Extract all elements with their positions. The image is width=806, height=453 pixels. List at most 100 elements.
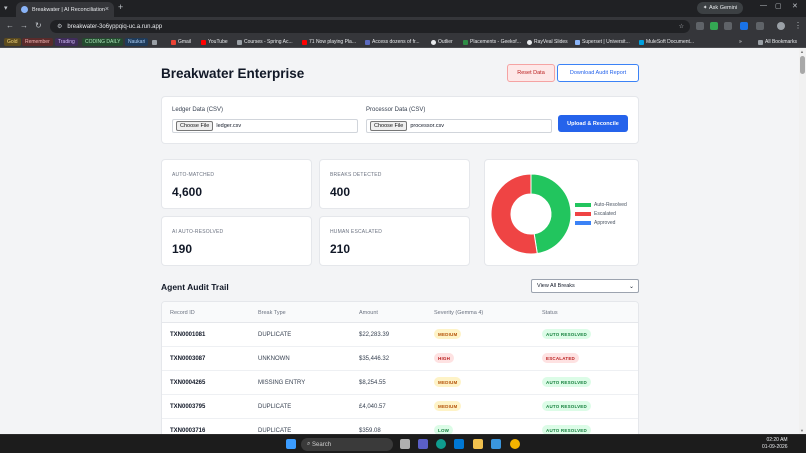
audit-table: Record ID Break Type Amount Severity (Ge… (161, 301, 639, 434)
legend-label: Auto-Resolved (594, 201, 627, 208)
upload-reconcile-button[interactable]: Upload & Reconcile (558, 115, 628, 132)
scroll-down-icon[interactable]: ▼ (800, 428, 804, 433)
record-id-cell: TXN0003087 (170, 356, 206, 362)
legend-label: Escalated (594, 210, 616, 217)
clock-date: 01-09-2026 (762, 444, 788, 450)
extension-icon[interactable] (696, 22, 704, 30)
windows-start-icon[interactable] (286, 439, 296, 449)
taskbar-search-label: Search (312, 441, 332, 448)
maximize-icon[interactable]: ▢ (775, 2, 782, 10)
taskbar-search[interactable]: ⌕ Search (301, 438, 393, 451)
chrome-menu-icon[interactable]: ⋮ (794, 21, 802, 30)
bookmark-item[interactable]: Placements - Geekof... (470, 39, 521, 45)
legend-item[interactable]: Approved (575, 218, 627, 227)
forward-icon[interactable]: → (20, 21, 28, 30)
bookmark-favicon-icon (237, 39, 242, 45)
extensions-puzzle-icon[interactable] (756, 22, 764, 30)
tab-title: Breakwater | AI Reconciliation (32, 6, 105, 13)
table-row[interactable]: TXN0003795 DUPLICATE £4,040.57 MEDIUM AUTO R… (162, 395, 638, 419)
processor-choose-file-button[interactable]: Choose File (370, 121, 408, 131)
all-bookmarks-link[interactable]: All Bookmarks (765, 39, 797, 45)
table-row[interactable]: TXN0001081 DUPLICATE $22,283.39 MEDIUM AUTO … (162, 323, 638, 347)
record-id-cell: TXN0004265 (170, 380, 206, 386)
table-header: Record ID Break Type Amount Severity (Ge… (162, 302, 638, 323)
table-row[interactable]: TXN0004265 MISSING ENTRY $8,254.55 MEDIUM AU… (162, 371, 638, 395)
bookmark-item[interactable]: Naukari (125, 38, 149, 46)
bookmark-item[interactable]: Courses - Spring Ac... (244, 39, 293, 45)
browser-toolbar: ← → ↻ ⚙ breakwater-3o6yppqiq-uc.a.run.ap… (0, 17, 806, 36)
column-header: Break Type (258, 310, 286, 316)
page-scrollbar[interactable]: ▲ ▼ (799, 48, 806, 434)
bookmark-favicon-icon (431, 39, 436, 45)
bookmark-item[interactable]: Remember (22, 38, 53, 46)
extension-icon[interactable] (710, 22, 718, 30)
minimize-icon[interactable]: — (760, 2, 767, 9)
severity-badge: MEDIUM (434, 377, 462, 387)
bookmark-item[interactable]: MuleSoft Document... (646, 39, 694, 45)
chrome-icon[interactable] (510, 439, 520, 449)
stat-card-breaks-detected: BREAKS DETECTED 400 (319, 159, 470, 209)
table-row[interactable]: TXN0003716 DUPLICATE $359.08 LOW AUTO RESOLV… (162, 419, 638, 434)
severity-badge: MEDIUM (434, 329, 462, 339)
profile-avatar-icon[interactable] (777, 22, 785, 30)
store-icon[interactable] (454, 439, 464, 449)
stat-card-auto-matched: AUTO-MATCHED 4,600 (161, 159, 312, 209)
scroll-up-icon[interactable]: ▲ (800, 49, 804, 54)
teams-icon[interactable] (418, 439, 428, 449)
reload-icon[interactable]: ↻ (35, 21, 42, 30)
break-filter-select[interactable]: View All Breaks ⌄ (531, 279, 639, 293)
tab-close-icon[interactable]: × (105, 6, 109, 13)
address-bar[interactable]: ⚙ breakwater-3o6yppqiq-uc.a.run.app ☆ (50, 20, 690, 33)
reset-data-button[interactable]: Reset Data (507, 64, 555, 82)
ask-gemini-button[interactable]: ✦ Ask Gemini (697, 2, 743, 14)
task-view-icon[interactable] (400, 439, 410, 449)
ledger-label: Ledger Data (CSV) (172, 107, 224, 113)
scrollbar-thumb[interactable] (800, 56, 805, 74)
bookmarks-overflow-icon[interactable]: » (739, 39, 742, 45)
apps-grid-icon[interactable] (152, 39, 157, 45)
ledger-choose-file-button[interactable]: Choose File (176, 121, 214, 131)
bookmark-item[interactable]: Outlier (438, 39, 453, 45)
bookmark-item[interactable]: Superset | Universit... (582, 39, 630, 45)
system-clock[interactable]: 02:20 AM 01-09-2026 (762, 437, 788, 451)
bookmark-favicon-icon (575, 39, 580, 45)
bookmark-item[interactable]: Gold (4, 38, 21, 46)
browser-tab[interactable]: Breakwater | AI Reconciliation × (16, 2, 114, 17)
ledger-file-input[interactable]: Choose File ledger.csv (172, 119, 358, 133)
bookmark-item[interactable]: YouTube (208, 39, 228, 45)
record-id-cell: TXN0001081 (170, 332, 206, 338)
severity-badge: MEDIUM (434, 401, 462, 411)
column-header: Amount (359, 310, 378, 316)
bookmark-item[interactable]: 71 Now playing Pla... (309, 39, 356, 45)
stat-card-human-escalated: HUMAN ESCALATED 210 (319, 216, 470, 266)
doughnut-slice-auto-resolved[interactable] (530, 173, 572, 255)
download-audit-report-button[interactable]: Download Audit Report (557, 64, 639, 82)
legend-item[interactable]: Escalated (575, 209, 627, 218)
bookmark-item[interactable]: RayVeal Slides (534, 39, 568, 45)
extension-icon[interactable] (740, 22, 748, 30)
bookmark-item[interactable]: CODING DAILY (82, 38, 124, 46)
site-info-icon[interactable]: ⚙ (57, 23, 62, 30)
back-icon[interactable]: ← (6, 21, 14, 30)
extension-icon[interactable] (724, 22, 732, 30)
tab-search-icon[interactable]: ▾ (4, 4, 8, 12)
calculator-icon[interactable] (491, 439, 501, 449)
new-tab-icon[interactable]: + (118, 2, 123, 12)
edge-icon[interactable] (436, 439, 446, 449)
processor-file-input[interactable]: Choose File processor.csv (366, 119, 552, 133)
doughnut-slice-escalated[interactable] (490, 173, 538, 255)
page-title: Breakwater Enterprise (161, 66, 305, 81)
bookmark-item[interactable]: Access dozens of fr... (372, 39, 420, 45)
folder-icon (758, 39, 763, 45)
window-close-icon[interactable]: ✕ (792, 2, 798, 10)
bookmark-star-icon[interactable]: ☆ (679, 23, 684, 30)
file-explorer-icon[interactable] (473, 439, 483, 449)
bookmark-item[interactable]: Gmail (178, 39, 191, 45)
status-badge: AUTO RESOLVED (542, 401, 591, 411)
bookmark-item[interactable]: Trading (55, 38, 78, 46)
stat-label: BREAKS DETECTED (330, 172, 382, 178)
table-row[interactable]: TXN0003087 UNKNOWN $35,446.32 HIGH ESCALATED (162, 347, 638, 371)
youtube-icon (201, 39, 206, 45)
legend-item[interactable]: Auto-Resolved (575, 200, 627, 209)
column-header: Status (542, 310, 558, 316)
